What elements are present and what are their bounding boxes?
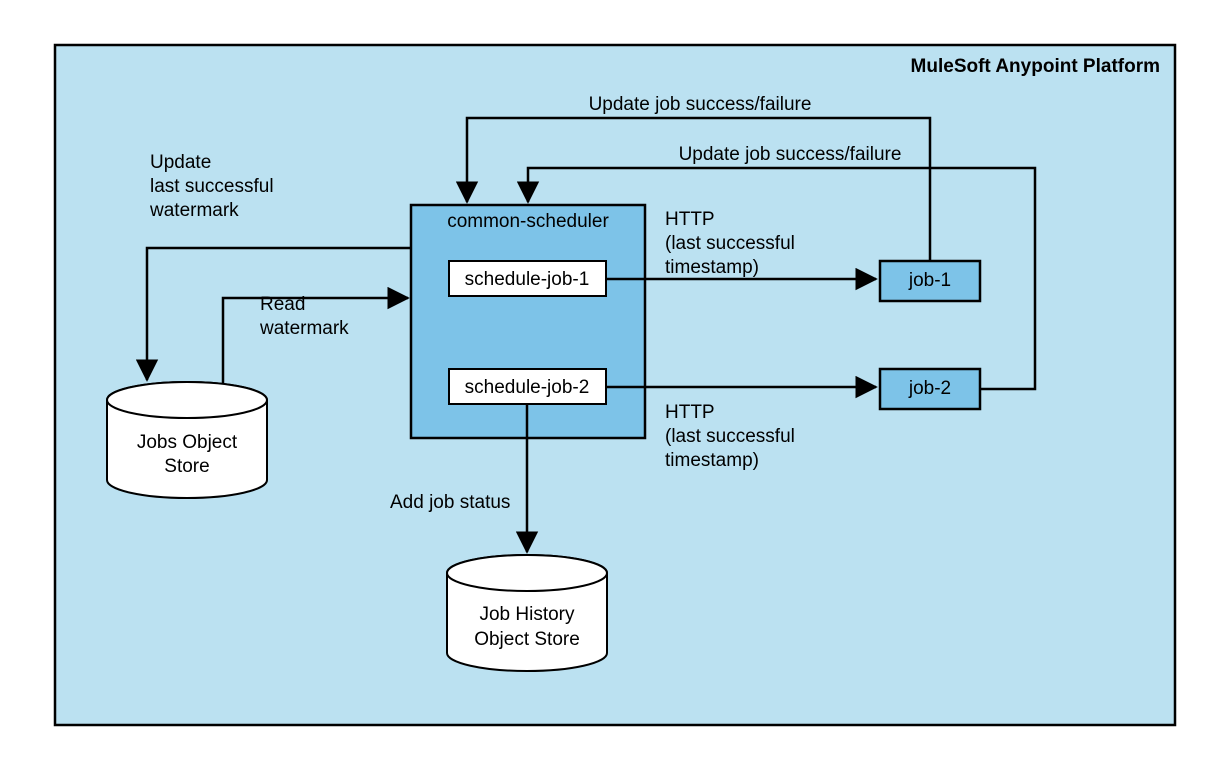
add-job-status-label: Add job status [390, 492, 510, 513]
http-label-2a: HTTP [665, 402, 715, 423]
job-1-label: job-1 [908, 270, 951, 291]
history-store-label-1: Job History [479, 604, 575, 625]
jobs-store-label-2: Store [164, 456, 209, 477]
http-label-2c: timestamp) [665, 450, 759, 471]
jobs-store-label-1: Jobs Object [137, 432, 238, 453]
history-store-label-2: Object Store [474, 629, 580, 650]
update-wm-l2: last successful [150, 176, 274, 197]
schedule-job-2-label: schedule-job-2 [465, 377, 590, 398]
read-wm-l1: Read [260, 294, 305, 315]
update-wm-l3: watermark [149, 200, 239, 221]
http-label-1c: timestamp) [665, 257, 759, 278]
read-wm-l2: watermark [259, 318, 349, 339]
http-label-1b: (last successful [665, 233, 795, 254]
http-label-2b: (last successful [665, 426, 795, 447]
schedule-job-1-label: schedule-job-1 [465, 269, 590, 290]
diagram-canvas: MuleSoft Anypoint Platform common-schedu… [0, 0, 1224, 765]
update-wm-l1: Update [150, 152, 211, 173]
platform-title: MuleSoft Anypoint Platform [911, 56, 1160, 77]
update-sf-label-2: Update job success/failure [679, 144, 902, 165]
common-scheduler-title: common-scheduler [447, 211, 609, 232]
job-2-label: job-2 [908, 378, 951, 399]
http-label-1a: HTTP [665, 209, 715, 230]
update-sf-label-1: Update job success/failure [589, 94, 812, 115]
